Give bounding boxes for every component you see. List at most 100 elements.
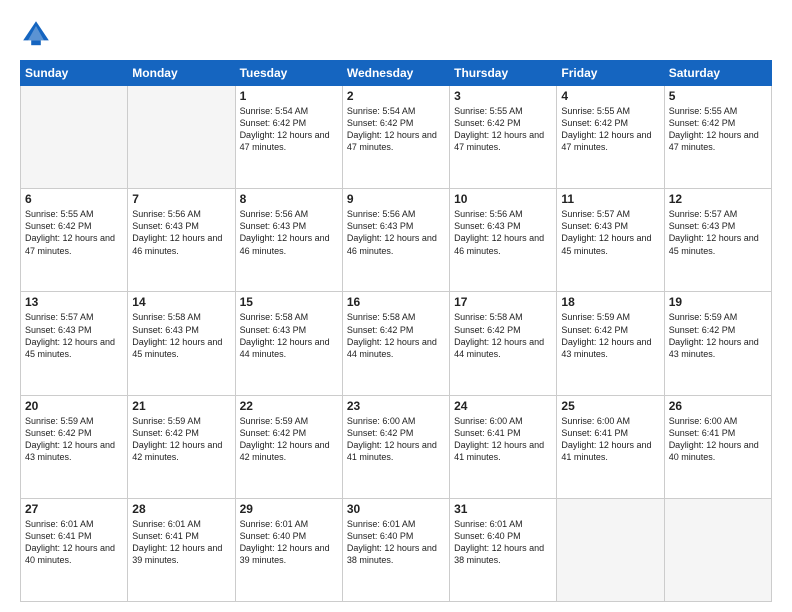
calendar-table: SundayMondayTuesdayWednesdayThursdayFrid… [20, 60, 772, 602]
calendar-cell: 7 Sunrise: 5:56 AMSunset: 6:43 PMDaylight… [128, 189, 235, 292]
day-number: 24 [454, 399, 552, 413]
cell-details: Sunrise: 6:00 AMSunset: 6:42 PMDaylight:… [347, 415, 445, 464]
cell-details: Sunrise: 5:55 AMSunset: 6:42 PMDaylight:… [25, 208, 123, 257]
calendar-cell: 28 Sunrise: 6:01 AMSunset: 6:41 PMDayligh… [128, 498, 235, 601]
cell-details: Sunrise: 5:54 AMSunset: 6:42 PMDaylight:… [347, 105, 445, 154]
day-number: 30 [347, 502, 445, 516]
cell-details: Sunrise: 5:59 AMSunset: 6:42 PMDaylight:… [240, 415, 338, 464]
calendar-cell: 4 Sunrise: 5:55 AMSunset: 6:42 PMDaylight… [557, 86, 664, 189]
day-number: 17 [454, 295, 552, 309]
calendar-cell [664, 498, 771, 601]
day-number: 2 [347, 89, 445, 103]
cell-details: Sunrise: 6:00 AMSunset: 6:41 PMDaylight:… [561, 415, 659, 464]
calendar-header-thursday: Thursday [450, 61, 557, 86]
calendar-cell: 14 Sunrise: 5:58 AMSunset: 6:43 PMDayligh… [128, 292, 235, 395]
day-number: 29 [240, 502, 338, 516]
calendar-cell: 10 Sunrise: 5:56 AMSunset: 6:43 PMDayligh… [450, 189, 557, 292]
day-number: 8 [240, 192, 338, 206]
cell-details: Sunrise: 5:58 AMSunset: 6:43 PMDaylight:… [132, 311, 230, 360]
calendar-header-monday: Monday [128, 61, 235, 86]
calendar-cell: 20 Sunrise: 5:59 AMSunset: 6:42 PMDayligh… [21, 395, 128, 498]
calendar-cell: 11 Sunrise: 5:57 AMSunset: 6:43 PMDayligh… [557, 189, 664, 292]
cell-details: Sunrise: 6:01 AMSunset: 6:40 PMDaylight:… [240, 518, 338, 567]
day-number: 21 [132, 399, 230, 413]
page: SundayMondayTuesdayWednesdayThursdayFrid… [0, 0, 792, 612]
cell-details: Sunrise: 6:00 AMSunset: 6:41 PMDaylight:… [669, 415, 767, 464]
cell-details: Sunrise: 6:01 AMSunset: 6:40 PMDaylight:… [347, 518, 445, 567]
calendar-cell: 31 Sunrise: 6:01 AMSunset: 6:40 PMDayligh… [450, 498, 557, 601]
calendar-cell: 22 Sunrise: 5:59 AMSunset: 6:42 PMDayligh… [235, 395, 342, 498]
cell-details: Sunrise: 5:57 AMSunset: 6:43 PMDaylight:… [669, 208, 767, 257]
calendar-cell: 24 Sunrise: 6:00 AMSunset: 6:41 PMDayligh… [450, 395, 557, 498]
cell-details: Sunrise: 5:56 AMSunset: 6:43 PMDaylight:… [454, 208, 552, 257]
calendar-cell: 29 Sunrise: 6:01 AMSunset: 6:40 PMDayligh… [235, 498, 342, 601]
cell-details: Sunrise: 5:56 AMSunset: 6:43 PMDaylight:… [132, 208, 230, 257]
calendar-cell [557, 498, 664, 601]
cell-details: Sunrise: 5:59 AMSunset: 6:42 PMDaylight:… [25, 415, 123, 464]
logo-icon [20, 18, 52, 50]
calendar-cell: 5 Sunrise: 5:55 AMSunset: 6:42 PMDaylight… [664, 86, 771, 189]
calendar-cell: 15Sunrise: 5:58 AMSunset: 6:43 PMDayligh… [235, 292, 342, 395]
calendar-row-4: 27Sunrise: 6:01 AMSunset: 6:41 PMDayligh… [21, 498, 772, 601]
calendar-header-saturday: Saturday [664, 61, 771, 86]
calendar-row-1: 6 Sunrise: 5:55 AMSunset: 6:42 PMDaylight… [21, 189, 772, 292]
cell-details: Sunrise: 5:55 AMSunset: 6:42 PMDaylight:… [561, 105, 659, 154]
calendar-row-0: 1 Sunrise: 5:54 AMSunset: 6:42 PMDaylight… [21, 86, 772, 189]
calendar-row-2: 13 Sunrise: 5:57 AMSunset: 6:43 PMDayligh… [21, 292, 772, 395]
day-number: 25 [561, 399, 659, 413]
cell-details: Sunrise: 5:58 AMSunset: 6:42 PMDaylight:… [347, 311, 445, 360]
cell-details: Sunrise: 6:01 AMSunset: 6:40 PMDaylight:… [454, 518, 552, 567]
calendar-cell: 30 Sunrise: 6:01 AMSunset: 6:40 PMDayligh… [342, 498, 449, 601]
day-number: 9 [347, 192, 445, 206]
calendar-cell: 23Sunrise: 6:00 AMSunset: 6:42 PMDayligh… [342, 395, 449, 498]
day-number: 20 [25, 399, 123, 413]
calendar-cell: 19Sunrise: 5:59 AMSunset: 6:42 PMDayligh… [664, 292, 771, 395]
cell-details: Sunrise: 5:56 AMSunset: 6:43 PMDaylight:… [240, 208, 338, 257]
cell-details: Sunrise: 5:58 AMSunset: 6:43 PMDaylight:… [240, 311, 338, 360]
day-number: 7 [132, 192, 230, 206]
day-number: 22 [240, 399, 338, 413]
day-number: 1 [240, 89, 338, 103]
day-number: 31 [454, 502, 552, 516]
cell-details: Sunrise: 5:59 AMSunset: 6:42 PMDaylight:… [561, 311, 659, 360]
day-number: 5 [669, 89, 767, 103]
calendar-cell: 17 Sunrise: 5:58 AMSunset: 6:42 PMDayligh… [450, 292, 557, 395]
calendar-cell: 6 Sunrise: 5:55 AMSunset: 6:42 PMDaylight… [21, 189, 128, 292]
day-number: 16 [347, 295, 445, 309]
calendar-cell: 13 Sunrise: 5:57 AMSunset: 6:43 PMDayligh… [21, 292, 128, 395]
calendar-cell: 2 Sunrise: 5:54 AMSunset: 6:42 PMDaylight… [342, 86, 449, 189]
cell-details: Sunrise: 6:00 AMSunset: 6:41 PMDaylight:… [454, 415, 552, 464]
cell-details: Sunrise: 5:55 AMSunset: 6:42 PMDaylight:… [669, 105, 767, 154]
calendar-header-friday: Friday [557, 61, 664, 86]
calendar-cell: 8 Sunrise: 5:56 AMSunset: 6:43 PMDaylight… [235, 189, 342, 292]
calendar-cell: 26Sunrise: 6:00 AMSunset: 6:41 PMDayligh… [664, 395, 771, 498]
day-number: 13 [25, 295, 123, 309]
calendar-cell: 18 Sunrise: 5:59 AMSunset: 6:42 PMDayligh… [557, 292, 664, 395]
day-number: 11 [561, 192, 659, 206]
day-number: 6 [25, 192, 123, 206]
calendar-cell: 21Sunrise: 5:59 AMSunset: 6:42 PMDayligh… [128, 395, 235, 498]
cell-details: Sunrise: 5:55 AMSunset: 6:42 PMDaylight:… [454, 105, 552, 154]
day-number: 14 [132, 295, 230, 309]
logo [20, 18, 56, 50]
calendar-cell: 3Sunrise: 5:55 AMSunset: 6:42 PMDaylight… [450, 86, 557, 189]
day-number: 18 [561, 295, 659, 309]
cell-details: Sunrise: 5:54 AMSunset: 6:42 PMDaylight:… [240, 105, 338, 154]
header [20, 18, 772, 50]
day-number: 4 [561, 89, 659, 103]
calendar-row-3: 20 Sunrise: 5:59 AMSunset: 6:42 PMDayligh… [21, 395, 772, 498]
day-number: 28 [132, 502, 230, 516]
day-number: 10 [454, 192, 552, 206]
cell-details: Sunrise: 5:57 AMSunset: 6:43 PMDaylight:… [561, 208, 659, 257]
calendar-header-wednesday: Wednesday [342, 61, 449, 86]
calendar-cell: 25 Sunrise: 6:00 AMSunset: 6:41 PMDayligh… [557, 395, 664, 498]
cell-details: Sunrise: 5:58 AMSunset: 6:42 PMDaylight:… [454, 311, 552, 360]
calendar-header-sunday: Sunday [21, 61, 128, 86]
cell-details: Sunrise: 5:59 AMSunset: 6:42 PMDaylight:… [669, 311, 767, 360]
cell-details: Sunrise: 5:57 AMSunset: 6:43 PMDaylight:… [25, 311, 123, 360]
calendar-header-row: SundayMondayTuesdayWednesdayThursdayFrid… [21, 61, 772, 86]
calendar-cell: 1 Sunrise: 5:54 AMSunset: 6:42 PMDaylight… [235, 86, 342, 189]
cell-details: Sunrise: 6:01 AMSunset: 6:41 PMDaylight:… [132, 518, 230, 567]
calendar-cell [21, 86, 128, 189]
calendar-cell: 9Sunrise: 5:56 AMSunset: 6:43 PMDaylight… [342, 189, 449, 292]
